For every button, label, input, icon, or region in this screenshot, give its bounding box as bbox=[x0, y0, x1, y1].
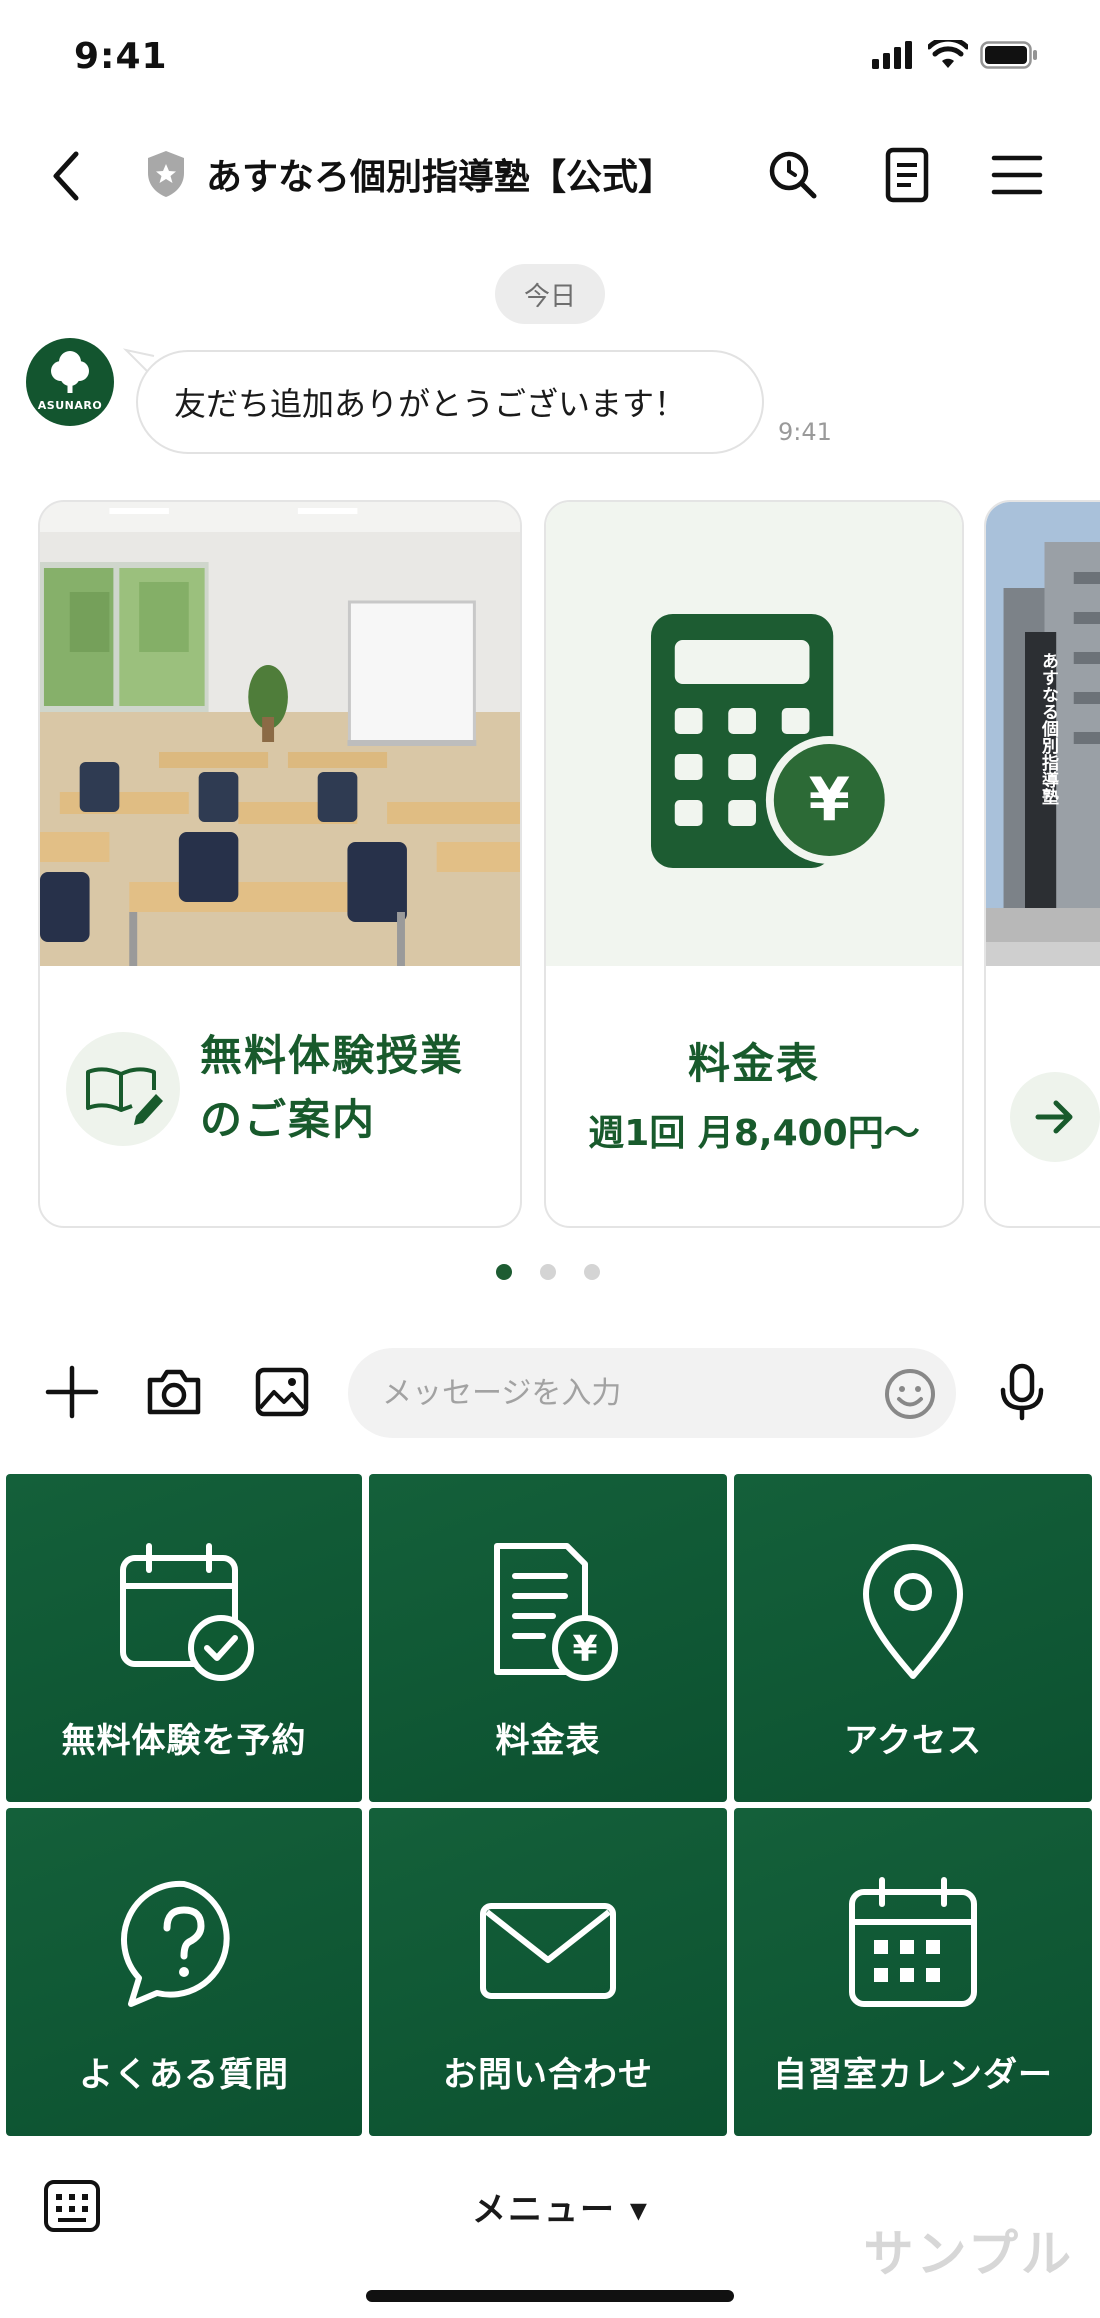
message-timestamp: 9:41 bbox=[778, 418, 832, 446]
bottom-bar: メニュー ▾ サンプル bbox=[0, 2150, 1100, 2318]
menu-tile-free-trial[interactable]: 無料体験を予約 bbox=[6, 1474, 362, 1802]
question-bubble-icon bbox=[121, 1880, 230, 2007]
message-text: 友だち追加ありがとうございます！ bbox=[174, 385, 687, 423]
keyboard-icon[interactable] bbox=[42, 2178, 102, 2234]
menu-tile-faq[interactable]: よくある質問 bbox=[6, 1808, 362, 2136]
status-icons bbox=[872, 40, 1038, 70]
status-time: 9:41 bbox=[74, 36, 168, 77]
image-icon[interactable] bbox=[250, 1360, 314, 1424]
wifi-icon bbox=[928, 40, 968, 68]
emoji-icon[interactable] bbox=[882, 1366, 938, 1422]
card-body: 無料体験授業 のご案内 bbox=[40, 966, 520, 1226]
next-card-button[interactable] bbox=[1010, 1072, 1100, 1162]
page-dot-2[interactable] bbox=[540, 1264, 556, 1280]
card-title-line1: 無料体験授業 bbox=[200, 1031, 465, 1080]
chat-header: あすなろ個別指導塾【公式】 bbox=[0, 130, 1100, 220]
card-title-line2: のご案内 bbox=[200, 1095, 377, 1144]
tree-logo-icon bbox=[51, 351, 89, 393]
avatar-label: ASUNARO bbox=[37, 399, 103, 412]
sample-watermark: サンプル bbox=[863, 2225, 1074, 2283]
message-input-bar bbox=[0, 1340, 1100, 1446]
classroom-photo bbox=[40, 502, 520, 966]
carousel-card-trial-lesson[interactable]: 無料体験授業 のご案内 bbox=[38, 500, 522, 1228]
menu-tile-contact[interactable]: お問い合わせ bbox=[369, 1808, 727, 2136]
plus-icon[interactable] bbox=[40, 1360, 104, 1424]
header-title-group: あすなろ個別指導塾【公式】 bbox=[144, 148, 674, 200]
home-indicator[interactable] bbox=[366, 2290, 734, 2302]
map-pin-icon bbox=[863, 1544, 963, 1679]
menu-tile-label: よくある質問 bbox=[79, 2055, 289, 2095]
menu-tile-pricing[interactable]: ¥ 料金表 bbox=[369, 1474, 727, 1802]
menu-tile-label: アクセス bbox=[843, 1721, 983, 1761]
card-body: 料金表 週1回 月8,400円〜 bbox=[546, 966, 962, 1226]
carousel-card-access[interactable]: あすなる個別指導塾 bbox=[984, 500, 1100, 1228]
book-circle bbox=[66, 1032, 180, 1146]
signal-icon bbox=[872, 41, 912, 69]
message-input[interactable] bbox=[348, 1348, 956, 1438]
battery-icon bbox=[980, 41, 1037, 69]
card-subtitle: 週1回 月8,400円〜 bbox=[588, 1113, 920, 1154]
calendar-check-icon bbox=[120, 1543, 254, 1681]
menu-tile-label: 料金表 bbox=[495, 1721, 601, 1761]
building-sign-text: あすなる個別指導塾 bbox=[1038, 652, 1058, 805]
carousel-pagination bbox=[496, 1264, 600, 1280]
arrow-right-icon bbox=[1035, 1100, 1073, 1134]
calendar-grid-icon bbox=[849, 1877, 977, 2007]
page-dot-1[interactable] bbox=[496, 1264, 512, 1280]
menu-tile-study-calendar[interactable]: 自習室カレンダー bbox=[734, 1808, 1092, 2136]
message-bubble: 友だち追加ありがとうございます！ bbox=[136, 350, 764, 454]
calculator-illustration: ¥ bbox=[546, 502, 962, 966]
date-separator: 今日 bbox=[495, 264, 605, 324]
status-bar: 9:41 bbox=[0, 0, 1100, 110]
menu-tile-label: 自習室カレンダー bbox=[773, 2055, 1053, 2095]
menu-tile-access[interactable]: アクセス bbox=[734, 1474, 1092, 1802]
card-title: 無料体験授業 のご案内 bbox=[200, 1024, 464, 1152]
card-title: 料金表 bbox=[687, 1039, 820, 1088]
rich-menu: 無料体験を予約 ¥ 料金表 アクセス よくある質問 お問い合わせ 自習室カレンダ… bbox=[6, 1474, 1094, 2138]
page-title: あすなろ個別指導塾【公式】 bbox=[206, 157, 675, 198]
document-yen-icon: ¥ bbox=[494, 1543, 618, 1681]
menu-toggle[interactable]: メニュー ▾ bbox=[472, 2182, 649, 2231]
svg-text:¥: ¥ bbox=[572, 1629, 597, 1670]
page-dot-3[interactable] bbox=[584, 1264, 600, 1280]
verified-shield-icon bbox=[148, 151, 184, 197]
camera-icon[interactable] bbox=[142, 1360, 206, 1424]
microphone-icon[interactable] bbox=[990, 1360, 1054, 1424]
back-arrow-icon[interactable] bbox=[40, 144, 96, 208]
account-avatar[interactable]: ASUNARO bbox=[26, 338, 114, 426]
card-body bbox=[986, 966, 1100, 1226]
svg-text:¥: ¥ bbox=[809, 766, 850, 835]
carousel-card-pricing[interactable]: ¥ 料金表 週1回 月8,400円〜 bbox=[544, 500, 964, 1228]
book-pencil-icon bbox=[86, 1067, 163, 1125]
hamburger-menu-icon[interactable] bbox=[986, 144, 1048, 206]
notes-icon[interactable] bbox=[876, 144, 938, 206]
menu-tile-label: 無料体験を予約 bbox=[61, 1721, 307, 1761]
envelope-icon bbox=[480, 1903, 616, 1999]
menu-tile-label: お問い合わせ bbox=[443, 2055, 653, 2095]
search-icon[interactable] bbox=[762, 144, 824, 206]
